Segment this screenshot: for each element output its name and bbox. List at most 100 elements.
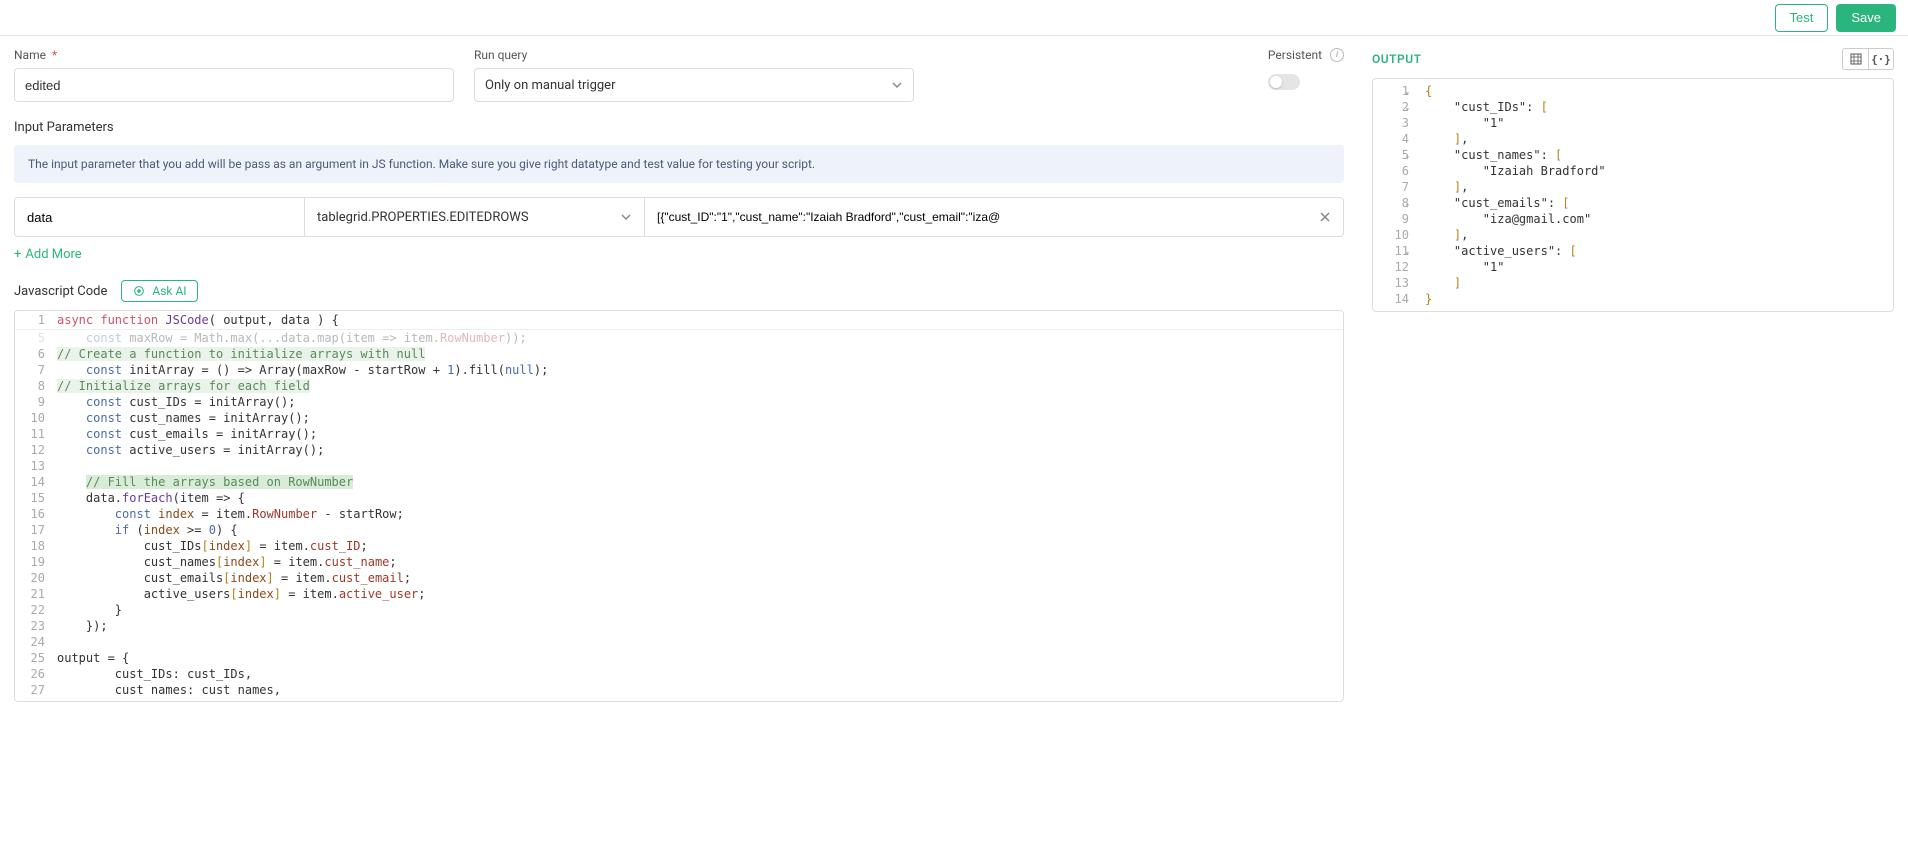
- name-field-group: Name *: [14, 48, 454, 102]
- right-panel: OUTPUT {·} 1▾{2▾ "cust_IDs": [3 "1"4 ],5…: [1358, 36, 1908, 844]
- code-line: 22 }: [15, 602, 1343, 618]
- line-number: 28: [15, 698, 51, 701]
- output-line: 12 "1": [1373, 259, 1893, 275]
- form-row: Name * Run query Only on manual trigger …: [14, 48, 1344, 102]
- js-code-header: Javascript Code Ask AI: [14, 280, 1344, 302]
- code-line: 25output = {: [15, 650, 1343, 666]
- code-line: 13: [15, 458, 1343, 474]
- chevron-down-icon: [891, 79, 903, 91]
- line-number: 9: [1373, 211, 1413, 227]
- run-query-label: Run query: [474, 48, 914, 62]
- save-button[interactable]: Save: [1836, 4, 1896, 32]
- line-number: 7: [1373, 179, 1413, 195]
- line-number: 14: [15, 474, 51, 490]
- output-json-view-button[interactable]: {·}: [1868, 48, 1894, 70]
- close-icon: [1319, 211, 1331, 223]
- line-number: 19: [15, 554, 51, 570]
- param-value-input[interactable]: [645, 198, 1307, 236]
- param-type-select[interactable]: tablegrid.PROPERTIES.EDITEDROWS: [305, 198, 645, 236]
- line-number: 3: [1373, 115, 1413, 131]
- page-root: Test Save Name * Run query Only on manua…: [0, 0, 1908, 844]
- run-query-select[interactable]: Only on manual trigger: [474, 68, 914, 102]
- name-input[interactable]: [14, 68, 454, 102]
- line-number: 21: [15, 586, 51, 602]
- input-params-title: Input Parameters: [14, 120, 1344, 135]
- table-icon: [1850, 53, 1862, 65]
- code-line: 19 cust_names[index] = item.cust_name;: [15, 554, 1343, 570]
- code-line: 8// Initialize arrays for each field: [15, 378, 1343, 394]
- code-line: 12 const active_users = initArray();: [15, 442, 1343, 458]
- output-title: OUTPUT: [1372, 52, 1422, 66]
- braces-icon: {·}: [1871, 53, 1891, 66]
- line-number: 12: [1373, 259, 1413, 275]
- output-box[interactable]: 1▾{2▾ "cust_IDs": [3 "1"4 ],5▾ "cust_nam…: [1372, 78, 1894, 312]
- param-name-input[interactable]: [15, 198, 305, 236]
- line-number: 18: [15, 538, 51, 554]
- persistent-group: Persistent i: [1268, 48, 1344, 102]
- line-number: 27: [15, 682, 51, 698]
- left-panel: Name * Run query Only on manual trigger …: [0, 36, 1358, 844]
- output-line: 14}: [1373, 291, 1893, 307]
- output-line: 5▾ "cust_names": [: [1373, 147, 1893, 163]
- required-marker: *: [52, 48, 57, 62]
- main-area: Name * Run query Only on manual trigger …: [0, 36, 1908, 844]
- line-number: 17: [15, 522, 51, 538]
- output-line: 4 ],: [1373, 131, 1893, 147]
- param-type-value: tablegrid.PROPERTIES.EDITEDROWS: [317, 210, 529, 225]
- line-number: 5: [15, 330, 51, 346]
- topbar: Test Save: [0, 0, 1908, 36]
- line-number: 10: [15, 410, 51, 426]
- run-query-value: Only on manual trigger: [485, 78, 615, 93]
- output-header: OUTPUT {·}: [1372, 48, 1894, 70]
- line-number: 14: [1373, 291, 1413, 307]
- persistent-label: Persistent: [1268, 48, 1322, 62]
- line-number: 26: [15, 666, 51, 682]
- add-more-button[interactable]: + Add More: [14, 247, 82, 262]
- code-line: 5 const maxRow = Math.max(...data.map(it…: [15, 330, 1343, 346]
- code-line: 24: [15, 634, 1343, 650]
- code-line: 14 // Fill the arrays based on RowNumber: [15, 474, 1343, 490]
- line-number: 1: [15, 313, 51, 327]
- line-number: 4: [1373, 131, 1413, 147]
- code-line: 27 cust names: cust names,: [15, 682, 1343, 698]
- line-number: 23: [15, 618, 51, 634]
- code-line: 7 const initArray = () => Array(maxRow -…: [15, 362, 1343, 378]
- code-line: 18 cust_IDs[index] = item.cust_ID;: [15, 538, 1343, 554]
- line-number: 12: [15, 442, 51, 458]
- output-line: 13 ]: [1373, 275, 1893, 291]
- line-number: 24: [15, 634, 51, 650]
- chevron-down-icon: [620, 211, 632, 223]
- line-number: 9: [15, 394, 51, 410]
- line-number: 13: [15, 458, 51, 474]
- test-button[interactable]: Test: [1775, 4, 1829, 32]
- code-line: 17 if (index >= 0) {: [15, 522, 1343, 538]
- code-line: 23 });: [15, 618, 1343, 634]
- persistent-toggle[interactable]: [1268, 74, 1300, 90]
- output-tools: {·}: [1842, 48, 1894, 70]
- code-body[interactable]: 5 const maxRow = Math.max(...data.map(it…: [15, 330, 1343, 701]
- name-label-text: Name: [14, 48, 46, 62]
- output-line: 6 "Izaiah Bradford": [1373, 163, 1893, 179]
- code-line: 26 cust_IDs: cust_IDs,: [15, 666, 1343, 682]
- code-line: 11 const cust_emails = initArray();: [15, 426, 1343, 442]
- persistent-label-row: Persistent i: [1268, 48, 1344, 62]
- output-line: 9 "iza@gmail.com": [1373, 211, 1893, 227]
- ask-ai-button[interactable]: Ask AI: [121, 280, 197, 302]
- code-signature: 1 async function JSCode( output, data ) …: [15, 311, 1343, 330]
- output-line: 2▾ "cust_IDs": [: [1373, 99, 1893, 115]
- add-more-label: Add More: [25, 247, 81, 262]
- line-number: 8: [15, 378, 51, 394]
- ask-ai-label: Ask AI: [152, 284, 186, 298]
- run-query-group: Run query Only on manual trigger: [474, 48, 914, 102]
- line-number: 20: [15, 570, 51, 586]
- code-line: 28 return output;: [15, 698, 1343, 701]
- param-row: tablegrid.PROPERTIES.EDITEDROWS: [14, 197, 1344, 237]
- output-line: 11▾ "active_users": [: [1373, 243, 1893, 259]
- line-number: 7: [15, 362, 51, 378]
- output-table-view-button[interactable]: [1842, 48, 1868, 70]
- output-line: 10 ],: [1373, 227, 1893, 243]
- info-icon[interactable]: i: [1330, 48, 1344, 62]
- code-editor[interactable]: 1 async function JSCode( output, data ) …: [14, 310, 1344, 702]
- line-number: 13: [1373, 275, 1413, 291]
- param-remove-button[interactable]: [1307, 198, 1343, 236]
